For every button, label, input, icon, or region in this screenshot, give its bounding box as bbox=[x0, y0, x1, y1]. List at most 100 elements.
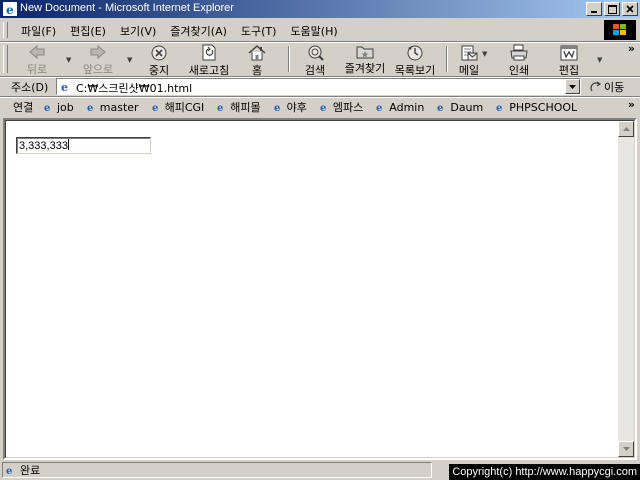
copyright-overlay: Copyright(c) http://www.happycgi.com bbox=[449, 464, 640, 480]
address-dropdown-button[interactable] bbox=[565, 79, 580, 94]
search-label: 검색 bbox=[304, 64, 326, 77]
vertical-scrollbar[interactable] bbox=[618, 121, 634, 457]
address-url: C:₩스크린샷₩01.html bbox=[76, 82, 193, 95]
svg-text:e: e bbox=[217, 103, 223, 113]
ie-link-icon: e bbox=[87, 103, 93, 113]
mail-icon bbox=[461, 45, 478, 61]
toolbar-separator bbox=[446, 46, 448, 72]
links-bar: 연결 e job e master e 해피CGI e 해피몰 e 야후 e 엠파스 e Ad… bbox=[0, 97, 640, 116]
address-input[interactable]: e C:₩스크린샷₩01.html bbox=[56, 78, 581, 95]
address-label: 주소(D) bbox=[11, 81, 49, 94]
window-title: New Document - Microsoft Internet Explor… bbox=[20, 2, 234, 14]
edit-label: 편집 bbox=[558, 64, 580, 77]
close-button[interactable] bbox=[622, 2, 638, 16]
refresh-button[interactable]: 새로고침 bbox=[186, 44, 232, 77]
mail-dropdown-icon[interactable]: ▼ bbox=[482, 50, 487, 58]
link-empas[interactable]: e 엠파스 bbox=[319, 99, 363, 115]
favorites-folder-icon bbox=[356, 46, 374, 59]
menu-view[interactable]: 보기(V) bbox=[113, 22, 163, 40]
ie-link-icon: e bbox=[217, 103, 223, 113]
mail-button[interactable]: 메일 bbox=[456, 44, 482, 77]
svg-text:e: e bbox=[87, 103, 93, 113]
address-bar: 주소(D) e C:₩스크린샷₩01.html 이동 bbox=[0, 77, 640, 97]
menu-tools[interactable]: 도구(T) bbox=[234, 22, 284, 40]
svg-text:e: e bbox=[6, 3, 14, 16]
status-panel: e 완료 bbox=[2, 462, 432, 478]
favorites-button[interactable]: 즐겨찾기 bbox=[340, 44, 390, 75]
ie-link-icon: e bbox=[274, 103, 280, 113]
standard-toolbar: 뒤로 ▼ 앞으로 ▼ 중지 새로고침 홈 검색 즐겨찾기 목록보기 메일 ▼ 인… bbox=[0, 42, 640, 77]
maximize-icon bbox=[607, 4, 617, 14]
toolbar-separator bbox=[288, 46, 290, 72]
back-button[interactable]: 뒤로 bbox=[22, 44, 52, 76]
svg-text:e: e bbox=[61, 81, 68, 93]
close-icon bbox=[626, 5, 634, 13]
ie-logo-icon: e bbox=[3, 2, 17, 16]
scroll-up-button[interactable] bbox=[618, 121, 634, 137]
svg-text:e: e bbox=[44, 103, 50, 113]
favorites-label: 즐겨찾기 bbox=[344, 62, 386, 75]
svg-text:e: e bbox=[6, 466, 12, 476]
home-label: 홈 bbox=[251, 64, 263, 77]
links-overflow-icon[interactable]: » bbox=[628, 98, 635, 111]
refresh-icon bbox=[202, 44, 216, 61]
scroll-down-button[interactable] bbox=[618, 441, 634, 457]
menu-grip[interactable] bbox=[3, 22, 8, 38]
ie-link-icon: e bbox=[320, 103, 326, 113]
refresh-label: 새로고침 bbox=[188, 64, 230, 77]
page-content: 3,333,333 bbox=[3, 118, 637, 460]
search-button[interactable]: 검색 bbox=[302, 44, 328, 77]
ie-page-icon: e bbox=[59, 80, 73, 93]
link-admin[interactable]: e Admin bbox=[375, 99, 424, 115]
link-phpschool[interactable]: e PHPSCHOOL bbox=[495, 99, 577, 115]
ie-link-icon: e bbox=[437, 103, 443, 113]
minimize-button[interactable] bbox=[586, 2, 602, 16]
forward-arrow-icon bbox=[90, 44, 106, 60]
print-button[interactable]: 인쇄 bbox=[506, 44, 532, 77]
windows-logo bbox=[604, 20, 636, 40]
minimize-icon bbox=[591, 11, 597, 13]
go-arrow-icon bbox=[590, 81, 602, 92]
back-arrow-icon bbox=[29, 44, 45, 60]
link-job[interactable]: e job bbox=[43, 99, 74, 115]
edit-button[interactable]: 편집 bbox=[556, 44, 582, 77]
go-label: 이동 bbox=[604, 81, 625, 94]
menu-help[interactable]: 도움말(H) bbox=[283, 22, 344, 40]
menu-bar: 파일(F) 편집(E) 보기(V) 즐겨찾기(A) 도구(T) 도움말(H) bbox=[0, 19, 640, 42]
home-icon bbox=[248, 45, 266, 61]
menu-favorites[interactable]: 즐겨찾기(A) bbox=[163, 22, 234, 40]
history-icon bbox=[407, 45, 423, 61]
toolbar-overflow-icon[interactable]: » bbox=[628, 42, 635, 55]
link-happycgi[interactable]: e 해피CGI bbox=[151, 99, 205, 115]
svg-text:e: e bbox=[320, 103, 326, 113]
scroll-up-arrow-icon bbox=[622, 127, 630, 131]
history-label: 목록보기 bbox=[394, 64, 436, 77]
number-input[interactable]: 3,333,333 bbox=[16, 137, 151, 154]
ie-link-icon: e bbox=[496, 103, 502, 113]
svg-text:e: e bbox=[152, 103, 158, 113]
history-button[interactable]: 목록보기 bbox=[392, 44, 438, 77]
stop-label: 중지 bbox=[148, 64, 170, 77]
link-master[interactable]: e master bbox=[86, 99, 139, 115]
ie-link-icon: e bbox=[376, 103, 382, 113]
text-caret bbox=[67, 139, 69, 150]
link-daum[interactable]: e Daum bbox=[436, 99, 483, 115]
maximize-button[interactable] bbox=[604, 2, 620, 16]
stop-button[interactable]: 중지 bbox=[144, 44, 174, 77]
link-yahoo[interactable]: e 야후 bbox=[273, 99, 307, 115]
forward-button[interactable]: 앞으로 bbox=[80, 44, 116, 76]
link-happymall[interactable]: e 해피몰 bbox=[216, 99, 260, 115]
ie-link-icon: e bbox=[44, 103, 50, 113]
edit-dropdown-icon[interactable]: ▼ bbox=[597, 56, 602, 64]
menu-file[interactable]: 파일(F) bbox=[14, 22, 63, 40]
back-dropdown-icon[interactable]: ▼ bbox=[66, 56, 71, 64]
forward-dropdown-icon[interactable]: ▼ bbox=[127, 56, 132, 64]
scroll-down-arrow-icon bbox=[622, 447, 630, 451]
back-label: 뒤로 bbox=[26, 63, 48, 76]
go-button[interactable]: 이동 bbox=[590, 79, 624, 95]
home-button[interactable]: 홈 bbox=[246, 44, 268, 77]
toolbar-grip[interactable] bbox=[3, 45, 8, 73]
menu-edit[interactable]: 편집(E) bbox=[63, 22, 113, 40]
print-label: 인쇄 bbox=[508, 64, 530, 77]
number-input-value: 3,333,333 bbox=[19, 140, 68, 152]
